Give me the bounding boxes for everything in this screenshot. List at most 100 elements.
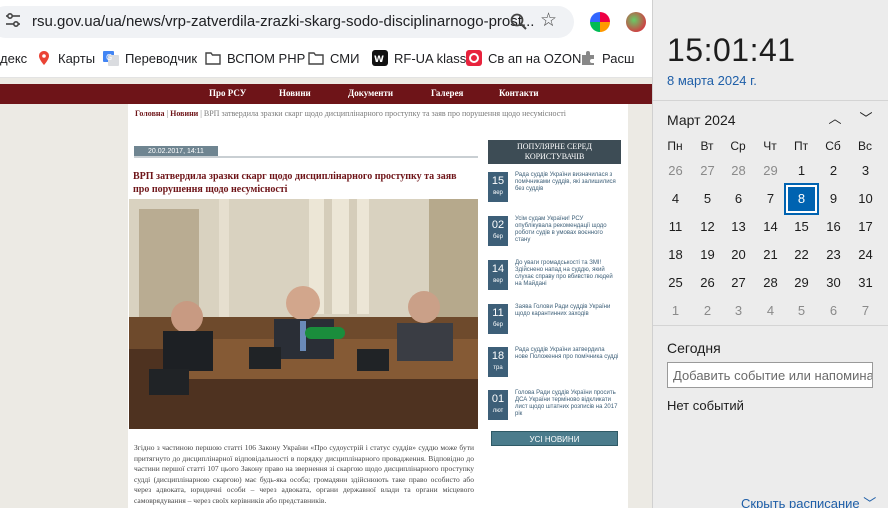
popular-news-item[interactable]: 14 вер До уваги громадськості та ЗМІ! Зді… bbox=[488, 258, 621, 296]
news-day: 18 bbox=[491, 350, 505, 362]
calendar-day[interactable]: 6 bbox=[818, 297, 849, 325]
nav-gallery[interactable]: Галерея bbox=[431, 88, 463, 98]
calendar-day[interactable]: 29 bbox=[755, 157, 786, 185]
calendar-day[interactable]: 29 bbox=[786, 269, 817, 297]
bookmark-label: декс bbox=[0, 50, 28, 66]
calendar-day[interactable]: 21 bbox=[755, 241, 786, 269]
calendar-day[interactable]: 1 bbox=[786, 157, 817, 185]
bookmark-star-icon[interactable]: ☆ bbox=[540, 11, 557, 31]
site-settings-icon[interactable] bbox=[4, 11, 22, 29]
calendar-day[interactable]: 5 bbox=[786, 297, 817, 325]
calendar-day[interactable]: 1 bbox=[660, 297, 691, 325]
bookmark-maps[interactable]: Карты bbox=[36, 44, 95, 72]
calendar-day[interactable]: 27 bbox=[723, 269, 754, 297]
hide-schedule-link[interactable]: Скрыть расписание ﹀ bbox=[741, 493, 876, 508]
article-title: ВРП затвердила зразки скарг щодо дисципл… bbox=[133, 171, 457, 195]
bookmark-rf-ua[interactable]: W RF-UA klass bbox=[372, 44, 466, 72]
calendar-day[interactable]: 4 bbox=[660, 185, 691, 213]
month-title[interactable]: Март 2024 bbox=[667, 112, 736, 128]
popular-news-item[interactable]: 02 бер Усім судам України! РСУ опублікува… bbox=[488, 214, 621, 252]
calendar-day[interactable]: 4 bbox=[755, 297, 786, 325]
calendar-day[interactable]: 12 bbox=[692, 213, 723, 241]
url-text[interactable]: rsu.gov.ua/ua/news/vrp-zatverdila-zrazki… bbox=[32, 13, 534, 30]
extension-icon bbox=[582, 51, 594, 65]
calendar-day[interactable]: 7 bbox=[755, 185, 786, 213]
calendar-day[interactable]: 28 bbox=[723, 157, 754, 185]
news-headline[interactable]: Рада суддів України затвердила нове Поло… bbox=[515, 347, 619, 361]
news-headline[interactable]: До уваги громадськості та ЗМІ! Здійснено… bbox=[515, 260, 619, 288]
news-month: бер bbox=[492, 322, 504, 328]
calendar-day[interactable]: 7 bbox=[850, 297, 881, 325]
popular-news-item[interactable]: 15 вер Рада суддів України визначилася з … bbox=[488, 170, 621, 208]
calendar-day[interactable]: 10 bbox=[850, 185, 881, 213]
calendar-day[interactable]: 27 bbox=[692, 157, 723, 185]
calendar-day[interactable]: 13 bbox=[723, 213, 754, 241]
add-event-input[interactable]: Добавить событие или напоминание bbox=[667, 362, 873, 388]
bookmark-label: СМИ bbox=[330, 50, 360, 66]
news-headline[interactable]: Рада суддів України визначилася з помічн… bbox=[515, 172, 619, 193]
calendar-day[interactable]: 26 bbox=[660, 157, 691, 185]
calendar-day[interactable]: 3 bbox=[850, 157, 881, 185]
nav-documents[interactable]: Документи bbox=[348, 88, 393, 98]
weekday-label: Сб bbox=[825, 139, 841, 153]
chevron-up-icon[interactable]: ︿ bbox=[827, 112, 843, 126]
calendar-day[interactable]: 30 bbox=[818, 269, 849, 297]
bookmark-folder-vspom[interactable]: ВСПОМ PHP bbox=[205, 44, 305, 72]
calendar-day[interactable]: 24 bbox=[850, 241, 881, 269]
calendar-day[interactable]: 14 bbox=[755, 213, 786, 241]
chevron-down-icon[interactable]: ﹀ bbox=[858, 112, 874, 126]
extension-2-icon[interactable] bbox=[626, 12, 646, 32]
nav-about[interactable]: Про РСУ bbox=[209, 88, 246, 98]
news-day: 11 bbox=[492, 307, 504, 319]
bookmark-yandex[interactable]: декс bbox=[0, 44, 27, 72]
long-date-link[interactable]: 8 марта 2024 г. bbox=[667, 73, 757, 88]
news-date-badge: 18 тра bbox=[488, 347, 508, 377]
calendar-day[interactable]: 20 bbox=[723, 241, 754, 269]
calendar-day[interactable]: 9 bbox=[818, 185, 849, 213]
calendar-day[interactable]: 17 bbox=[850, 213, 881, 241]
hide-schedule-label: Скрыть расписание bbox=[741, 496, 860, 508]
breadcrumb-news[interactable]: Новини bbox=[170, 109, 198, 118]
calendar-day[interactable]: 6 bbox=[723, 185, 754, 213]
bookmarks-bar: декс Карты G Переводчик ВСПОМ PHP СМИ W … bbox=[0, 44, 652, 78]
zoom-icon[interactable] bbox=[509, 12, 529, 32]
calendar-day[interactable]: 11 bbox=[660, 213, 691, 241]
calendar-day[interactable]: 15 bbox=[786, 213, 817, 241]
calendar-day[interactable]: 3 bbox=[723, 297, 754, 325]
calendar-day[interactable]: 31 bbox=[850, 269, 881, 297]
calendar-day[interactable]: 26 bbox=[692, 269, 723, 297]
calendar-day[interactable]: 25 bbox=[660, 269, 691, 297]
extension-1-icon[interactable] bbox=[590, 12, 610, 32]
bookmark-ozon[interactable]: Св ап на OZON bbox=[466, 44, 581, 72]
calendar-day[interactable]: 2 bbox=[692, 297, 723, 325]
calendar-day[interactable]: 28 bbox=[755, 269, 786, 297]
popular-news-item[interactable]: 18 тра Рада суддів України затвердила нов… bbox=[488, 345, 621, 383]
popular-news-item[interactable]: 11 бер Заява Голови Ради суддів України щ… bbox=[488, 302, 621, 340]
news-day: 01 bbox=[491, 393, 505, 405]
nav-contacts[interactable]: Контакти bbox=[499, 88, 539, 98]
bookmark-folder-smi[interactable]: СМИ bbox=[308, 44, 359, 72]
news-headline[interactable]: Голова Ради суддів України просить ДСА У… bbox=[515, 390, 619, 418]
calendar-day[interactable]: 18 bbox=[660, 241, 691, 269]
popular-news-item[interactable]: 01 лют Голова Ради суддів України просить… bbox=[488, 388, 621, 426]
popular-header: ПОПУЛЯРНЕ СЕРЕД КОРИСТУВАЧІВ bbox=[488, 140, 621, 164]
calendar-day[interactable]: 22 bbox=[786, 241, 817, 269]
calendar-day[interactable]: 23 bbox=[818, 241, 849, 269]
all-news-button[interactable]: УСІ НОВИНИ bbox=[491, 431, 618, 446]
nav-news[interactable]: Новини bbox=[279, 88, 311, 98]
calendar-day[interactable]: 5 bbox=[692, 185, 723, 213]
calendar-day[interactable]: 2 bbox=[818, 157, 849, 185]
bookmark-extensions[interactable]: Расш bbox=[580, 44, 634, 72]
news-date-badge: 14 вер bbox=[488, 260, 508, 290]
calendar-day[interactable]: 16 bbox=[818, 213, 849, 241]
calendar-day[interactable]: 19 bbox=[692, 241, 723, 269]
calendar-day[interactable]: 8 bbox=[784, 183, 819, 215]
breadcrumb-home[interactable]: Головна bbox=[135, 109, 165, 118]
news-headline[interactable]: Усім судам України! РСУ опублікувала рек… bbox=[515, 216, 619, 244]
bookmark-label: RF-UA klass bbox=[394, 50, 467, 66]
news-headline[interactable]: Заява Голови Ради суддів України щодо ка… bbox=[515, 304, 619, 318]
bookmark-label: ВСПОМ PHP bbox=[227, 50, 306, 66]
article-photo bbox=[129, 199, 478, 429]
news-day: 15 bbox=[491, 175, 505, 187]
bookmark-translate[interactable]: G Переводчик bbox=[103, 44, 197, 72]
